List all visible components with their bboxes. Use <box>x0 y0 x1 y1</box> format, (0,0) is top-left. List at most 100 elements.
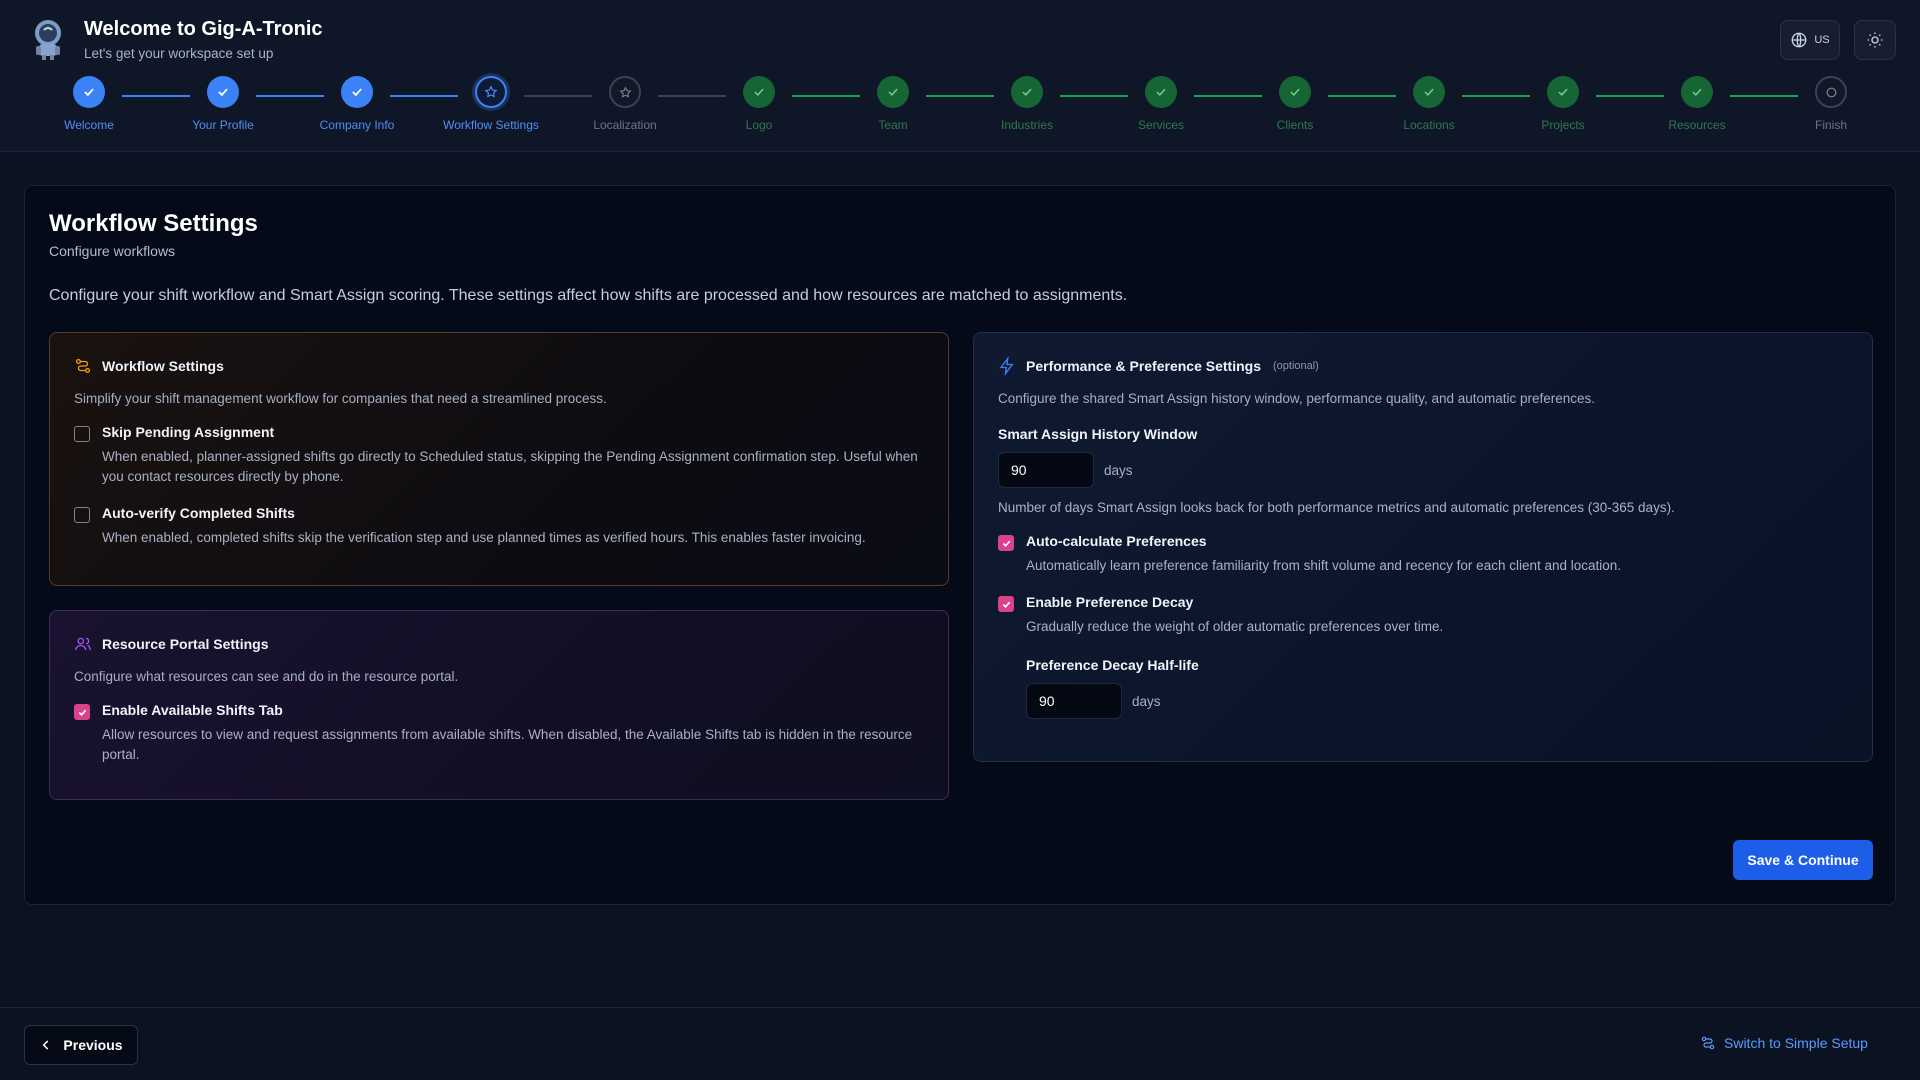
half-life-unit: days <box>1132 693 1161 709</box>
panel-description: Configure the shared Smart Assign histor… <box>998 391 1596 406</box>
step-your-profile[interactable]: Your Profile <box>163 76 283 132</box>
panel-description: Configure what resources can see and do … <box>74 669 459 684</box>
history-window-label: Smart Assign History Window <box>998 426 1198 442</box>
step-logo[interactable]: Logo <box>699 76 819 132</box>
check-icon <box>1692 88 1702 97</box>
check-icon <box>84 88 94 97</box>
panel-title: Workflow Settings <box>102 358 224 374</box>
workflow-settings-panel: Workflow Settings Simplify your shift ma… <box>49 332 949 586</box>
step-company-info[interactable]: Company Info <box>297 76 417 132</box>
save-continue-button[interactable]: Save & Continue <box>1733 840 1873 880</box>
step-label: Workflow Settings <box>443 118 539 132</box>
app-title: Welcome to Gig-A-Tronic <box>84 18 323 40</box>
step-circle <box>1145 76 1177 108</box>
previous-button[interactable]: Previous <box>24 1025 138 1065</box>
check-icon <box>1290 88 1300 97</box>
step-industries[interactable]: Industries <box>967 76 1087 132</box>
half-life-label: Preference Decay Half-life <box>1026 657 1199 673</box>
star-icon <box>484 85 498 98</box>
history-window-unit: days <box>1104 462 1133 478</box>
step-projects[interactable]: Projects <box>1503 76 1623 132</box>
step-resources[interactable]: Resources <box>1637 76 1757 132</box>
step-circle <box>1011 76 1043 108</box>
panel-title: Performance & Preference Settings <box>1026 358 1261 374</box>
switch-label: Switch to Simple Setup <box>1724 1035 1868 1051</box>
step-circle <box>609 76 641 108</box>
history-window-row: days <box>998 452 1848 488</box>
step-circle <box>207 76 239 108</box>
workflow-icon <box>1701 1036 1715 1050</box>
panel-header: Performance & Preference Settings (optio… <box>998 355 1848 377</box>
circle-icon <box>1826 87 1836 97</box>
step-circle <box>1279 76 1311 108</box>
wizard-footer: Previous Switch to Simple Setup <box>0 1007 1920 1080</box>
step-label: Company Info <box>319 118 395 132</box>
step-team[interactable]: Team <box>833 76 953 132</box>
half-life-section: Preference Decay Half-life days <box>998 657 1848 719</box>
check-icon <box>754 88 764 97</box>
astronaut-logo-icon <box>35 20 61 60</box>
step-circle <box>341 76 373 108</box>
theme-toggle-button[interactable] <box>1854 20 1896 60</box>
globe-icon <box>1791 32 1807 48</box>
step-workflow-settings[interactable]: Workflow Settings <box>431 76 551 132</box>
skip-pending-checkbox[interactable] <box>74 426 90 442</box>
page-subtitle: Configure workflows <box>49 243 176 259</box>
option-title: Enable Available Shifts Tab <box>102 702 283 718</box>
lightning-icon <box>999 356 1014 376</box>
history-window-input[interactable] <box>998 452 1094 488</box>
auto-verify-option: Auto-verify Completed Shifts When enable… <box>74 505 924 548</box>
history-window-help: Number of days Smart Assign looks back f… <box>998 500 1675 515</box>
step-localization[interactable]: Localization <box>565 76 685 132</box>
step-circle <box>877 76 909 108</box>
check-icon <box>352 88 362 97</box>
step-circle <box>475 76 507 108</box>
step-circle <box>73 76 105 108</box>
step-circle <box>1815 76 1847 108</box>
option-title: Auto-calculate Preferences <box>1026 533 1207 549</box>
preference-decay-option: Enable Preference Decay Gradually reduce… <box>998 594 1848 637</box>
language-label: US <box>1814 34 1830 46</box>
step-finish[interactable]: Finish <box>1771 76 1891 132</box>
check-icon <box>1002 540 1010 547</box>
switch-simple-setup-link[interactable]: Switch to Simple Setup <box>1700 1035 1868 1051</box>
language-button[interactable]: US <box>1780 20 1840 60</box>
check-icon <box>218 88 228 97</box>
step-welcome[interactable]: Welcome <box>29 76 149 132</box>
half-life-input[interactable] <box>1026 683 1122 719</box>
check-icon <box>888 88 898 97</box>
step-label: Logo <box>745 118 773 132</box>
check-icon <box>1424 88 1434 97</box>
available-shifts-checkbox[interactable] <box>74 704 90 720</box>
chevron-left-icon <box>43 1040 49 1050</box>
step-circle <box>743 76 775 108</box>
previous-label: Previous <box>63 1037 123 1053</box>
performance-preference-panel: Performance & Preference Settings (optio… <box>973 332 1873 762</box>
sun-icon <box>1867 32 1883 48</box>
auto-calculate-checkbox[interactable] <box>998 535 1014 551</box>
preference-decay-checkbox[interactable] <box>998 596 1014 612</box>
check-icon <box>1002 601 1010 608</box>
setup-stepper: Welcome Your Profile Company Info Workfl… <box>0 76 1920 140</box>
auto-verify-checkbox[interactable] <box>74 507 90 523</box>
step-circle <box>1681 76 1713 108</box>
check-icon <box>1022 88 1032 97</box>
step-label: Team <box>878 118 908 132</box>
option-title: Enable Preference Decay <box>1026 594 1194 610</box>
panel-header: Workflow Settings <box>74 355 924 377</box>
step-label: Locations <box>1403 118 1455 132</box>
app-header: Welcome to Gig-A-Tronic Let's get your w… <box>0 0 1920 152</box>
option-title: Auto-verify Completed Shifts <box>102 505 295 521</box>
step-circle <box>1413 76 1445 108</box>
option-title: Skip Pending Assignment <box>102 424 275 440</box>
option-description: When enabled, planner-assigned shifts go… <box>102 449 918 484</box>
step-locations[interactable]: Locations <box>1369 76 1489 132</box>
app-subtitle: Let's get your workspace set up <box>84 46 274 61</box>
option-description: Allow resources to view and request assi… <box>102 727 913 762</box>
panel-description: Simplify your shift management workflow … <box>74 391 607 406</box>
skip-pending-option: Skip Pending Assignment When enabled, pl… <box>74 424 924 487</box>
step-services[interactable]: Services <box>1101 76 1221 132</box>
step-clients[interactable]: Clients <box>1235 76 1355 132</box>
option-description: When enabled, completed shifts skip the … <box>102 530 866 545</box>
option-description: Automatically learn preference familiari… <box>1026 558 1622 573</box>
